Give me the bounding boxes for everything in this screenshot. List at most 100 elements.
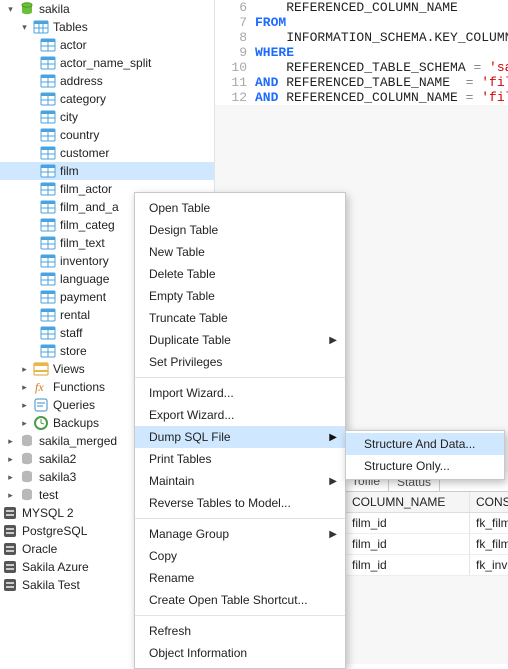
menu-object-info[interactable]: Object Information [135,642,345,664]
menu-set-privileges[interactable]: Set Privileges [135,351,345,373]
dump-sql-submenu[interactable]: Structure And Data... Structure Only... [345,430,505,480]
menu-delete-table[interactable]: Delete Table [135,263,345,285]
table-icon [40,271,56,287]
views-icon [33,361,49,377]
table-node-film[interactable]: film [0,162,214,180]
expander-icon[interactable]: ▸ [18,399,31,412]
expander-icon[interactable]: ▸ [18,363,31,376]
menu-dump-sql-file[interactable]: Dump SQL File▶ [135,426,345,448]
table-icon [40,127,56,143]
line-number: 7 [215,15,247,30]
database-icon [19,433,35,449]
table-icon [40,73,56,89]
cell: fk_film [470,534,508,554]
line-number: 6 [215,0,247,15]
grid-row[interactable]: film_idfk_inv [346,555,508,576]
submenu-arrow-icon: ▶ [329,335,337,346]
connection-icon [2,541,18,557]
menu-truncate-table[interactable]: Truncate Table [135,307,345,329]
code-line: AND [255,90,278,105]
grid-row[interactable]: film_idfk_film [346,534,508,555]
table-node-address[interactable]: address [0,72,214,90]
menu-duplicate-table[interactable]: Duplicate Table▶ [135,329,345,351]
db-label: sakila_merged [39,434,117,448]
expander-icon[interactable]: ▾ [18,21,31,34]
table-label: customer [60,146,109,160]
col-header[interactable]: COLUMN_NAME [346,492,470,512]
table-icon [40,109,56,125]
submenu-structure-only[interactable]: Structure Only... [346,455,504,477]
menu-copy[interactable]: Copy [135,545,345,567]
menu-manage-group[interactable]: Manage Group▶ [135,523,345,545]
table-label: language [60,272,109,286]
menu-new-table[interactable]: New Table [135,241,345,263]
menu-import-wizard[interactable]: Import Wizard... [135,382,345,404]
table-node-country[interactable]: country [0,126,214,144]
database-icon [19,487,35,503]
backups-label: Backups [53,416,99,430]
table-label: film_categ [60,218,115,232]
connection-icon [2,559,18,575]
menu-design-table[interactable]: Design Table [135,219,345,241]
table-node-actor[interactable]: actor [0,36,214,54]
expander-icon[interactable]: ▸ [4,489,17,502]
expander-icon[interactable]: ▸ [4,435,17,448]
submenu-structure-and-data[interactable]: Structure And Data... [346,433,504,455]
table-node-category[interactable]: category [0,90,214,108]
code-line: INFORMATION_SCHEMA.KEY_COLUMN_ [255,30,508,45]
svg-text:fx: fx [35,380,44,394]
tables-folder[interactable]: ▾ Tables [0,18,214,36]
code-line: FROM [255,15,286,30]
views-label: Views [53,362,85,376]
menu-rename[interactable]: Rename [135,567,345,589]
table-icon [40,55,56,71]
queries-label: Queries [53,398,95,412]
menu-empty-table[interactable]: Empty Table [135,285,345,307]
table-label: actor [60,38,87,52]
sql-editor[interactable]: 6789101112 REFERENCED_COLUMN_NAME FROM I… [215,0,508,105]
table-label: film_and_a [60,200,119,214]
grid-row[interactable]: film_idfk_film [346,513,508,534]
menu-export-wizard[interactable]: Export Wizard... [135,404,345,426]
table-context-menu[interactable]: Open Table Design Table New Table Delete… [134,192,346,669]
backups-icon [33,415,49,431]
table-label: film_actor [60,182,112,196]
table-label: staff [60,326,82,340]
table-label: city [60,110,78,124]
db-node-sakila[interactable]: ▾ sakila [0,0,214,18]
table-label: payment [60,290,106,304]
connection-label: MYSQL 2 [22,506,74,520]
cell: fk_inv [470,555,508,575]
db-label: sakila3 [39,470,76,484]
menu-open-table[interactable]: Open Table [135,197,345,219]
table-label: country [60,128,99,142]
line-number: 12 [215,90,247,105]
table-node-customer[interactable]: customer [0,144,214,162]
menu-reverse-tables[interactable]: Reverse Tables to Model... [135,492,345,514]
table-node-actor_name_split[interactable]: actor_name_split [0,54,214,72]
sql-source[interactable]: REFERENCED_COLUMN_NAME FROM INFORMATION_… [255,0,508,105]
table-label: film [60,164,79,178]
cell: fk_film [470,513,508,533]
connection-label: Oracle [22,542,57,556]
line-number: 9 [215,45,247,60]
expander-icon[interactable]: ▸ [4,453,17,466]
db-label: test [39,488,58,502]
col-header[interactable]: CONS [470,492,508,512]
expander-icon[interactable]: ▸ [18,381,31,394]
table-icon [40,217,56,233]
menu-print-tables[interactable]: Print Tables [135,448,345,470]
menu-maintain[interactable]: Maintain▶ [135,470,345,492]
connection-label: Sakila Test [22,578,80,592]
table-label: address [60,74,103,88]
table-node-city[interactable]: city [0,108,214,126]
menu-divider [135,615,345,616]
expander-icon[interactable]: ▸ [4,471,17,484]
expander-icon[interactable]: ▸ [18,417,31,430]
menu-create-shortcut[interactable]: Create Open Table Shortcut... [135,589,345,611]
database-icon [19,1,35,17]
menu-refresh[interactable]: Refresh [135,620,345,642]
table-icon [40,235,56,251]
expander-icon[interactable]: ▾ [4,3,17,16]
table-label: rental [60,308,90,322]
